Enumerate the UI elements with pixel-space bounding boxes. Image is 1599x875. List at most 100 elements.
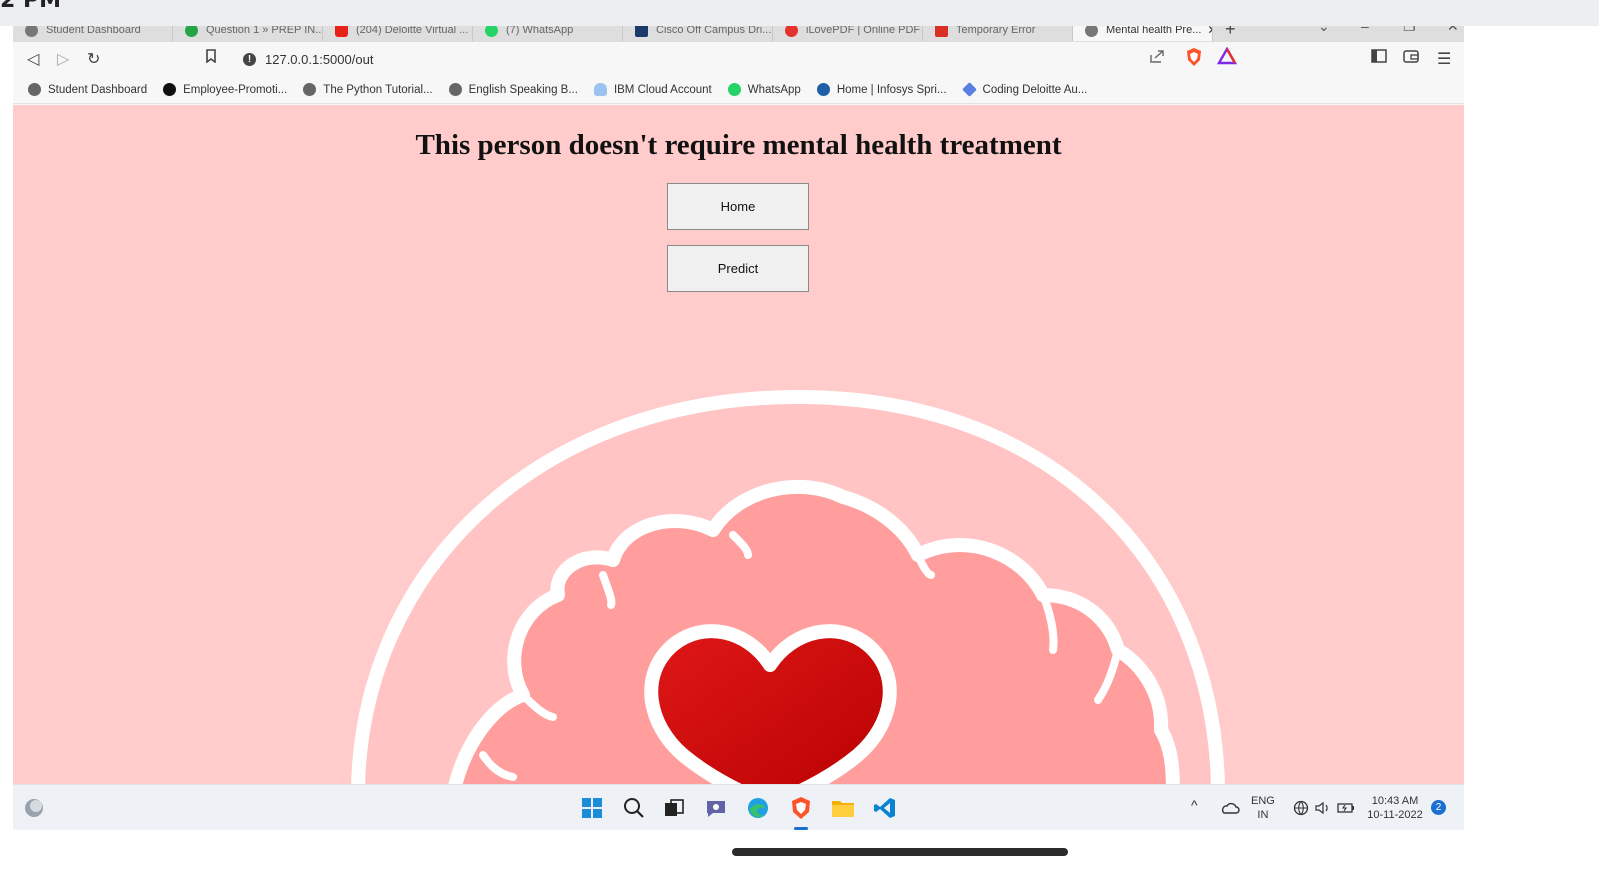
onedrive-cloud-icon[interactable] <box>1217 795 1243 821</box>
reload-icon[interactable]: ↻ <box>87 49 100 69</box>
notification-badge[interactable]: 2 <box>1431 800 1446 815</box>
predict-button[interactable]: Predict <box>667 245 809 292</box>
clock-date-text: 10-11-2022 <box>1367 809 1423 821</box>
tab-1[interactable]: Question 1 » PREP IN... <box>173 26 323 41</box>
weather-icon[interactable] <box>21 795 47 821</box>
new-tab-button[interactable]: + <box>1225 26 1236 40</box>
phone-status-bar: 2 PM <box>0 0 1599 26</box>
share-icon[interactable] <box>1149 49 1165 68</box>
vscode-icon[interactable] <box>872 795 898 821</box>
tab-6[interactable]: Temporary Error <box>923 26 1073 41</box>
bookmark-icon[interactable] <box>205 49 217 68</box>
clock-time: 10:43 AM <box>1371 795 1419 807</box>
whatsapp-icon <box>485 26 498 37</box>
result-heading: This person doesn't require mental healt… <box>415 129 1062 161</box>
tab-label: Temporary Error <box>956 26 1036 36</box>
tab-3[interactable]: (7) WhatsApp <box>473 26 623 41</box>
github-icon <box>163 83 177 96</box>
tab-2[interactable]: (204) Deloitte Virtual ... <box>323 26 473 41</box>
heart-icon <box>785 26 798 37</box>
tab-0[interactable]: Student Dashboard <box>13 26 173 41</box>
diamond-icon <box>961 82 977 97</box>
tab-label: (204) Deloitte Virtual ... <box>356 26 469 36</box>
page-content: This person doesn't require mental healt… <box>13 105 1464 784</box>
restore-icon[interactable]: ❐ <box>1403 26 1416 35</box>
tab-label: Cisco Off Campus Dri... <box>656 26 772 36</box>
bookmark-label: WhatsApp <box>747 83 801 96</box>
bookmark-item[interactable]: Home | Infosys Spri... <box>816 83 947 96</box>
bookmark-label: Home | Infosys Spri... <box>836 83 947 96</box>
file-explorer-icon[interactable] <box>830 795 856 821</box>
bookmark-label: The Python Tutorial... <box>323 83 433 96</box>
windows-start-icon[interactable] <box>579 795 605 821</box>
language-indicator[interactable]: ENG IN <box>1251 794 1275 822</box>
bookmark-label: Coding Deloitte Au... <box>982 83 1088 96</box>
region-code: IN <box>1257 809 1269 821</box>
home-indicator-bar[interactable] <box>732 848 1068 856</box>
bookmark-item[interactable]: Student Dashboard <box>28 83 147 96</box>
globe-icon <box>1085 26 1098 37</box>
youtube-icon <box>335 26 348 37</box>
browser-window: Student Dashboard Question 1 » PREP IN..… <box>13 26 1464 830</box>
tab-label: (7) WhatsApp <box>506 26 574 36</box>
tab-7-active[interactable]: Mental health Pre... ✕ <box>1073 26 1213 41</box>
bookmark-item[interactable]: WhatsApp <box>727 83 801 96</box>
globe-icon <box>303 83 317 96</box>
bookmark-label: Employee-Promoti... <box>183 83 288 96</box>
bookmark-item[interactable]: Coding Deloitte Au... <box>961 82 1088 97</box>
tab-label: Student Dashboard <box>46 26 141 36</box>
bookmark-label: IBM Cloud Account <box>613 83 712 96</box>
close-window-icon[interactable]: ✕ <box>1447 26 1459 35</box>
tab-4[interactable]: Cisco Off Campus Dri... <box>623 26 773 41</box>
clock-date[interactable]: 10:43 AM 10-11-2022 <box>1365 794 1425 822</box>
url-text[interactable]: 127.0.0.1:5000/out <box>265 52 373 67</box>
globe-icon <box>448 83 462 96</box>
bookmark-label: English Speaking B... <box>468 83 578 96</box>
tab-strip: Student Dashboard Question 1 » PREP IN..… <box>13 26 1464 42</box>
forward-icon[interactable]: ▷ <box>57 49 69 69</box>
brave-rewards-icon[interactable] <box>1216 46 1238 70</box>
bookmark-item[interactable]: Employee-Promoti... <box>163 83 287 96</box>
tab-5[interactable]: iLovePDF | Online PDF <box>773 26 923 41</box>
home-button[interactable]: Home <box>667 183 809 230</box>
brave-taskbar-icon[interactable] <box>788 795 814 821</box>
cisco-icon <box>635 26 648 37</box>
address-bar[interactable]: ! 127.0.0.1:5000/out <box>235 46 1179 72</box>
check-icon <box>185 26 198 37</box>
cloud-icon <box>593 83 607 96</box>
globe-icon <box>28 83 41 96</box>
tab-label: iLovePDF | Online PDF <box>806 26 921 36</box>
browser-toolbar: ◁ ▷ ↻ ! 127.0.0.1:5000/out ☰ <box>13 42 1464 76</box>
bookmark-item[interactable]: The Python Tutorial... <box>303 83 433 96</box>
wallet-icon[interactable] <box>1403 49 1419 68</box>
gmail-icon <box>935 26 948 37</box>
info-icon[interactable]: ! <box>243 52 256 66</box>
brave-shield-icon[interactable] <box>1185 47 1203 72</box>
whatsapp-icon <box>727 83 741 96</box>
task-view-icon[interactable] <box>661 795 687 821</box>
edge-icon[interactable] <box>745 795 771 821</box>
language-code: ENG <box>1251 795 1275 807</box>
phone-clock: 2 PM <box>0 0 61 13</box>
minimize-icon[interactable]: – <box>1361 26 1369 34</box>
windows-taskbar: ^ ENG IN 10:43 AM 10-11-2022 2 <box>13 784 1464 830</box>
back-icon[interactable]: ◁ <box>27 49 39 69</box>
battery-icon[interactable] <box>1333 795 1359 821</box>
active-app-indicator <box>794 827 808 830</box>
globe-icon <box>25 26 38 37</box>
tab-label: Question 1 » PREP IN... <box>206 26 323 36</box>
bookmark-item[interactable]: English Speaking B... <box>448 83 578 96</box>
chevron-up-icon[interactable]: ^ <box>1191 798 1198 812</box>
bookmarks-bar: Student Dashboard Employee-Promoti... Th… <box>13 76 1464 104</box>
heart-icon <box>644 624 897 784</box>
bookmark-item[interactable]: IBM Cloud Account <box>593 83 712 96</box>
infosys-icon <box>816 83 830 96</box>
tab-label: Mental health Pre... <box>1106 26 1202 36</box>
sidebar-icon[interactable] <box>1371 49 1387 68</box>
chevron-down-icon[interactable]: ⌄ <box>1318 26 1330 35</box>
menu-icon[interactable]: ☰ <box>1437 49 1451 69</box>
teams-chat-icon[interactable] <box>703 795 729 821</box>
search-icon[interactable] <box>621 795 647 821</box>
bookmark-label: Student Dashboard <box>48 83 148 96</box>
close-icon[interactable]: ✕ <box>1207 26 1212 37</box>
